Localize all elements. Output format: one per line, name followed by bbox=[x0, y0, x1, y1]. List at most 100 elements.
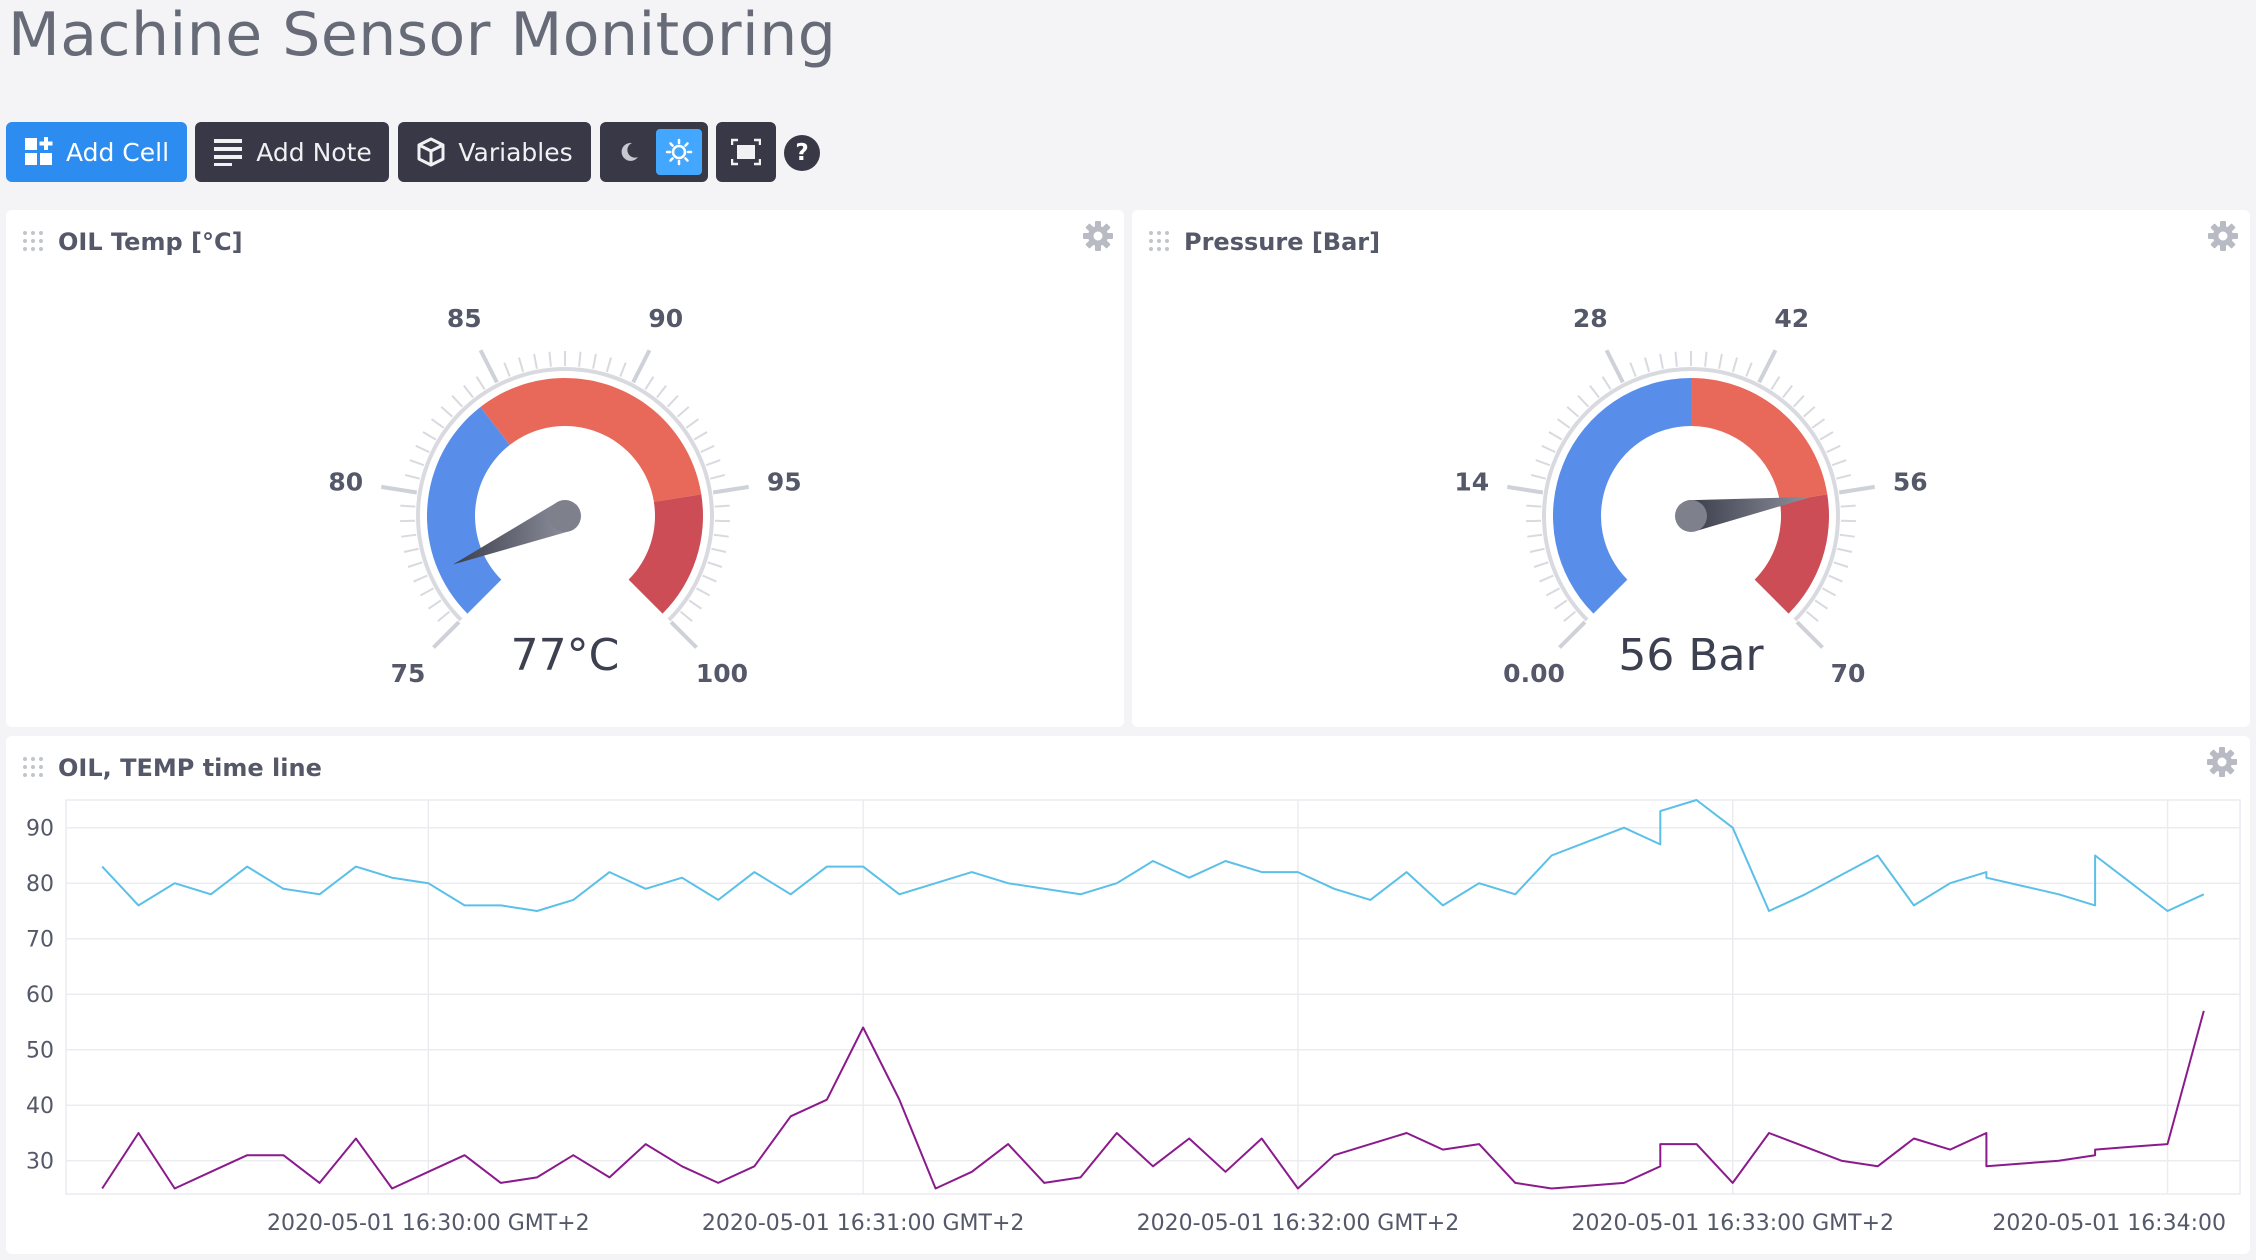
add-cell-button[interactable]: Add Cell bbox=[6, 122, 187, 182]
gauge-tick-label: 0.00 bbox=[1503, 659, 1565, 688]
gauge-minor-tick bbox=[451, 395, 464, 408]
gauge-minor-tick bbox=[1539, 574, 1554, 583]
gauge-major-tick bbox=[669, 620, 698, 649]
gauge-minor-tick bbox=[1831, 459, 1847, 467]
gauge-minor-tick bbox=[409, 459, 425, 467]
gauge-major-tick bbox=[432, 620, 461, 649]
gauge-minor-tick bbox=[1821, 587, 1837, 597]
gauge-value-text: 77°C bbox=[511, 630, 620, 681]
gauge-minor-tick bbox=[1814, 599, 1829, 610]
gauge-major-tick bbox=[1838, 484, 1876, 495]
presentation-mode-button[interactable] bbox=[716, 122, 776, 182]
gauge-minor-tick bbox=[1731, 357, 1738, 373]
gauge-minor-tick bbox=[1718, 353, 1723, 369]
y-tick-label: 90 bbox=[26, 817, 54, 842]
gauge-minor-tick bbox=[679, 610, 693, 622]
gauge-minor-tick bbox=[533, 353, 538, 369]
variables-label: Variables bbox=[458, 137, 573, 167]
gauge-tick-label: 28 bbox=[1573, 304, 1608, 333]
gauge-minor-tick bbox=[1553, 599, 1568, 610]
add-note-label: Add Note bbox=[256, 137, 372, 167]
gauge-minor-tick bbox=[1659, 353, 1664, 369]
gauge-minor-tick bbox=[693, 431, 708, 441]
gauge-major-tick bbox=[631, 349, 652, 384]
gauge-minor-tick bbox=[1674, 351, 1678, 367]
timeline-chart: 30 40 50 60 70 80 90 2020-05-01 16:30:00 GMT+2 2… bbox=[26, 799, 2241, 1236]
gauge-minor-tick bbox=[1533, 561, 1549, 568]
pressure-gauge: 0.00 14 28 42 56 70 56 Bar bbox=[1454, 304, 1927, 688]
gauge-minor-tick bbox=[578, 351, 582, 367]
gauge-major-tick bbox=[1757, 349, 1778, 384]
light-mode-button[interactable] bbox=[656, 129, 702, 175]
gauge-minor-tick bbox=[403, 547, 419, 553]
gauge-minor-tick bbox=[407, 561, 423, 568]
gauge-minor-tick bbox=[413, 574, 428, 583]
series-line-0 bbox=[101, 799, 2205, 912]
gauge-minor-tick bbox=[400, 504, 416, 508]
gauge-minor-tick bbox=[1782, 385, 1793, 399]
add-cell-icon bbox=[24, 137, 53, 165]
gauge-major-tick bbox=[1795, 620, 1824, 649]
oil-temp-gauge: 75 80 85 90 95 100 77°C bbox=[328, 304, 801, 688]
variables-button[interactable]: Variables bbox=[398, 122, 591, 182]
gauge-minor-tick bbox=[711, 547, 727, 553]
help-button[interactable]: ? bbox=[784, 135, 820, 171]
y-tick-label: 50 bbox=[26, 1039, 54, 1064]
theme-toggle[interactable] bbox=[600, 122, 708, 182]
gauge-minor-tick bbox=[1826, 444, 1841, 454]
gauge-minor-tick bbox=[548, 351, 552, 367]
y-tick-label: 60 bbox=[26, 983, 54, 1008]
gauge-minor-tick bbox=[685, 418, 700, 429]
gauge-minor-tick bbox=[1577, 395, 1590, 408]
gauge-minor-tick bbox=[401, 533, 417, 538]
gauge-minor-tick bbox=[404, 473, 420, 480]
gauge-minor-tick bbox=[440, 406, 454, 418]
gauge-tick-label: 100 bbox=[696, 659, 748, 688]
gauge-minor-tick bbox=[605, 357, 612, 373]
gauge-minor-tick bbox=[707, 561, 723, 568]
gauge-minor-tick bbox=[1644, 357, 1651, 373]
gauge-minor-tick bbox=[475, 376, 486, 390]
gauge-major-tick bbox=[1604, 349, 1625, 384]
gauge-tick-label: 90 bbox=[648, 304, 683, 333]
x-tick-label: 2020-05-01 16:31:00 GMT+2 bbox=[702, 1211, 1025, 1236]
gauge-tick-label: 80 bbox=[328, 467, 363, 496]
cube-icon bbox=[417, 137, 445, 167]
gauge-value-text: 56 Bar bbox=[1618, 630, 1764, 681]
gauge-minor-tick bbox=[1535, 459, 1551, 467]
gauge-minor-tick bbox=[676, 406, 690, 418]
gauge-tick-label: 85 bbox=[447, 304, 482, 333]
gauge-minor-tick bbox=[1770, 376, 1781, 390]
gauge-major-tick bbox=[1558, 620, 1587, 649]
gauge-minor-tick bbox=[1792, 395, 1805, 408]
dark-mode-button[interactable] bbox=[606, 129, 652, 175]
gauge-segment-1 bbox=[480, 378, 702, 502]
gauge-minor-tick bbox=[518, 357, 525, 373]
x-tick-label: 2020-05-01 16:33:00 GMT+2 bbox=[1571, 1211, 1894, 1236]
plot-frame bbox=[65, 799, 2241, 1195]
add-note-button[interactable]: Add Note bbox=[195, 122, 389, 182]
gauge-tick-label: 75 bbox=[391, 659, 426, 688]
gauge-needle-hub bbox=[1675, 500, 1707, 532]
gauge-minor-tick bbox=[1601, 376, 1612, 390]
gauge-major-tick bbox=[712, 484, 750, 495]
gauge-minor-tick bbox=[1745, 362, 1753, 377]
timeline-cell: OIL, TEMP time line 30 40 50 60 70 80 90 2020-0… bbox=[6, 736, 2250, 1254]
gauge-segment-2 bbox=[1754, 494, 1829, 614]
x-tick-label: 2020-05-01 16:30:00 GMT+2 bbox=[267, 1211, 590, 1236]
gauge-minor-tick bbox=[705, 459, 721, 467]
gauge-minor-tick bbox=[1548, 431, 1563, 441]
y-tick-label: 40 bbox=[26, 1094, 54, 1119]
gauge-minor-tick bbox=[1527, 533, 1543, 538]
gauge-minor-tick bbox=[427, 599, 442, 610]
gauge-tick-label: 14 bbox=[1454, 467, 1489, 496]
gauge-major-tick bbox=[380, 484, 418, 495]
gauge-minor-tick bbox=[656, 385, 667, 399]
gauge-minor-tick bbox=[463, 385, 474, 399]
gauge-minor-tick bbox=[430, 418, 445, 429]
gauge-minor-tick bbox=[1589, 385, 1600, 399]
gauge-minor-tick bbox=[1840, 504, 1856, 508]
gauge-minor-tick bbox=[714, 504, 730, 508]
moon-icon bbox=[621, 142, 638, 161]
gauge-minor-tick bbox=[419, 587, 435, 597]
